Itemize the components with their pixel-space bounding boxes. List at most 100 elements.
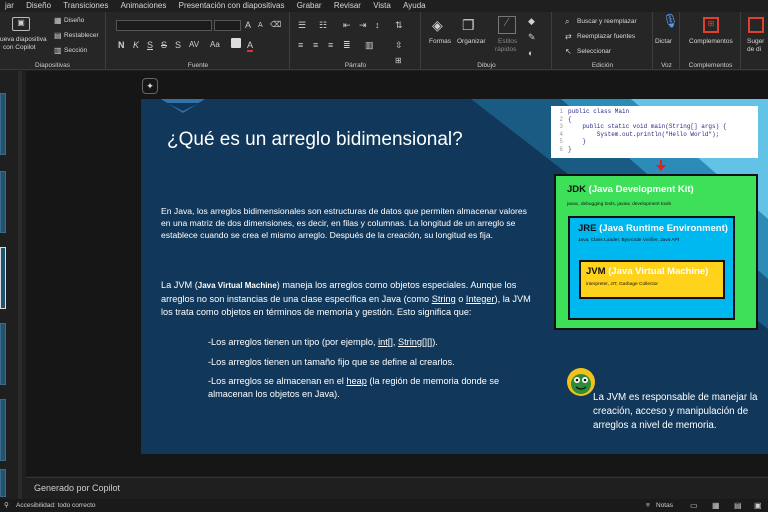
down-arrow-icon bbox=[656, 160, 666, 171]
arrange-icon[interactable]: ❐ bbox=[462, 16, 480, 34]
font-size-combo[interactable] bbox=[214, 20, 241, 31]
slide-thumbnail[interactable] bbox=[0, 171, 6, 233]
shapes-icon[interactable]: ◈ bbox=[432, 16, 450, 34]
menu-item-presentacion[interactable]: Presentación con diapositivas bbox=[174, 0, 290, 12]
underline-button[interactable]: S bbox=[147, 40, 153, 50]
menu-item-inicio[interactable]: jar bbox=[0, 0, 19, 12]
shadow-button[interactable]: S bbox=[175, 40, 181, 50]
strikethrough-button[interactable]: S bbox=[161, 40, 167, 50]
slide[interactable]: ¿Qué es un arreglo bidimensional? En Jav… bbox=[141, 99, 768, 454]
change-case-button[interactable]: Aa bbox=[210, 40, 220, 50]
new-slide-label-2[interactable]: con Copilot bbox=[3, 44, 36, 51]
jre-box[interactable]: JRE (Java Runtime Environment) Java, Cla… bbox=[568, 216, 735, 320]
bold-button[interactable]: N bbox=[118, 40, 125, 50]
char-spacing-button[interactable]: AV bbox=[189, 40, 199, 50]
clear-format-icon[interactable]: ⌫ bbox=[270, 20, 281, 30]
addins-button[interactable]: Complementos bbox=[689, 38, 733, 45]
bullet-type[interactable]: -Los arreglos tienen un tipo (por ejempl… bbox=[208, 336, 538, 349]
justify-icon[interactable]: ≣ bbox=[343, 40, 351, 50]
section-button[interactable]: Sección bbox=[64, 47, 87, 54]
designer-label-1[interactable]: Suger bbox=[747, 38, 764, 45]
group-parrafo: ☰ ☷ ⇤ ⇥ ↕ ⇅ ≡ ≡ ≡ ≣ ▥ ⇳ ⊞ Párrafo bbox=[291, 12, 421, 69]
menu-item-grabar[interactable]: Grabar bbox=[292, 0, 327, 12]
text-direction-icon[interactable]: ⇅ bbox=[395, 20, 403, 30]
columns-icon[interactable]: ▥ bbox=[365, 40, 374, 50]
code-snippet-image[interactable]: 1 2 3 4 5 6 public class Main { public s… bbox=[551, 106, 758, 158]
shape-effects-icon[interactable]: ◐ bbox=[528, 48, 533, 58]
search-icon: ⌕ bbox=[565, 17, 570, 26]
find-replace-button[interactable]: Buscar y reemplazar bbox=[577, 18, 637, 25]
slide-sorter-icon[interactable]: ▦ bbox=[712, 499, 720, 512]
quick-styles-label-2[interactable]: rápidos bbox=[495, 46, 516, 53]
microphone-icon[interactable]: 🎙 bbox=[662, 14, 679, 27]
ribbon: ▣ ueva diapositiva con Copilot ▦ Diseño … bbox=[0, 12, 768, 70]
shape-outline-icon[interactable]: ✎ bbox=[528, 32, 536, 42]
slide-thumbnail[interactable] bbox=[0, 93, 6, 155]
slide-thumbnail-selected[interactable] bbox=[0, 247, 6, 309]
increase-font-icon[interactable]: A bbox=[245, 20, 251, 30]
addins-icon[interactable]: ⊞ bbox=[703, 17, 719, 33]
jvm-note-text[interactable]: La JVM es responsable de manejar la crea… bbox=[593, 391, 768, 433]
reading-view-icon[interactable]: ▤ bbox=[734, 499, 742, 512]
numbering-icon[interactable]: ☷ bbox=[319, 20, 327, 30]
quick-styles-label-1[interactable]: Estilos bbox=[498, 38, 517, 45]
designer-icon[interactable] bbox=[748, 17, 764, 33]
shape-fill-icon[interactable]: ◆ bbox=[528, 16, 535, 26]
designer-label-2[interactable]: de di bbox=[747, 46, 761, 53]
copilot-icon[interactable]: ✦ bbox=[142, 78, 158, 94]
menu-item-transiciones[interactable]: Transiciones bbox=[58, 0, 113, 12]
accessibility-icon: ⚲ bbox=[4, 502, 9, 509]
increase-indent-icon[interactable]: ⇥ bbox=[359, 20, 367, 30]
bullet-heap[interactable]: -Los arreglos se almacenan en el heap (l… bbox=[208, 375, 538, 401]
paragraph-intro[interactable]: En Java, los arreglos bidimensionales so… bbox=[161, 205, 533, 242]
reset-button[interactable]: Restablecer bbox=[64, 32, 99, 39]
jre-long: (Java Runtime Environment) bbox=[599, 223, 728, 234]
thumbnails-scrollbar[interactable] bbox=[18, 71, 22, 499]
slide-title[interactable]: ¿Qué es un arreglo bidimensional? bbox=[167, 129, 463, 151]
new-slide-label-1[interactable]: ueva diapositiva bbox=[0, 36, 47, 43]
slide-thumbnail[interactable] bbox=[0, 399, 6, 461]
jdk-box[interactable]: JDK (Java Development Kit) javac, debugg… bbox=[554, 174, 758, 330]
layout-button[interactable]: Diseño bbox=[64, 17, 84, 24]
replace-fonts-button[interactable]: Reemplazar fuentes bbox=[577, 33, 635, 40]
slide-thumbnail[interactable] bbox=[0, 323, 6, 385]
menu-item-diseno[interactable]: Diseño bbox=[21, 0, 56, 12]
highlight-icon[interactable] bbox=[231, 38, 241, 48]
dictate-button[interactable]: Dictar bbox=[655, 38, 672, 45]
group-fuente: A A ⌫ N K S S S AV Aa A Fuente bbox=[107, 12, 290, 69]
menu-item-revisar[interactable]: Revisar bbox=[329, 0, 366, 12]
arrange-button[interactable]: Organizar bbox=[457, 38, 486, 45]
jvm-title: JVM (Java Virtual Machine) bbox=[586, 266, 708, 277]
shapes-button[interactable]: Formas bbox=[429, 38, 451, 45]
font-family-combo[interactable] bbox=[116, 20, 212, 31]
font-color-button[interactable]: A bbox=[247, 40, 254, 52]
align-text-icon[interactable]: ⇳ bbox=[395, 40, 403, 50]
italic-button[interactable]: K bbox=[133, 40, 139, 50]
slideshow-icon[interactable]: ▣ bbox=[754, 499, 762, 512]
normal-view-icon[interactable]: ▭ bbox=[690, 499, 698, 512]
reset-icon: ▤ bbox=[54, 31, 62, 40]
bullet-size[interactable]: -Los arreglos tienen un tamaño fijo que … bbox=[208, 356, 538, 369]
menu-item-ayuda[interactable]: Ayuda bbox=[398, 0, 431, 12]
bullets-icon[interactable]: ☰ bbox=[298, 20, 306, 30]
notes-button[interactable]: Notas bbox=[656, 499, 673, 512]
align-left-icon[interactable]: ≡ bbox=[298, 40, 303, 50]
quick-styles-icon[interactable]: ∕ bbox=[498, 16, 516, 34]
status-bar: ⚲ Accesibilidad: todo correcto ≡ Notas ▭… bbox=[0, 499, 768, 512]
menu-item-vista[interactable]: Vista bbox=[368, 0, 396, 12]
new-slide-copilot-icon[interactable]: ▣ bbox=[12, 17, 30, 31]
jvm-box[interactable]: JVM (Java Virtual Machine) interpreter, … bbox=[579, 260, 725, 299]
paragraph-jvm[interactable]: La JVM (Java Virtual Machine) maneja los… bbox=[161, 279, 533, 318]
decrease-indent-icon[interactable]: ⇤ bbox=[343, 20, 351, 30]
p2-string: String bbox=[431, 293, 456, 304]
align-center-icon[interactable]: ≡ bbox=[313, 40, 318, 50]
decrease-font-icon[interactable]: A bbox=[258, 21, 263, 31]
line-spacing-icon[interactable]: ↕ bbox=[375, 20, 380, 30]
select-button[interactable]: Seleccionar bbox=[577, 48, 611, 55]
notes-pane[interactable]: Generado por Copilot bbox=[26, 477, 768, 499]
menu-item-animaciones[interactable]: Animaciones bbox=[116, 0, 172, 12]
accessibility-status[interactable]: Accesibilidad: todo correcto bbox=[16, 499, 96, 512]
align-right-icon[interactable]: ≡ bbox=[328, 40, 333, 50]
jre-title: JRE (Java Runtime Environment) bbox=[578, 223, 728, 234]
slide-thumbnail[interactable] bbox=[0, 469, 6, 497]
